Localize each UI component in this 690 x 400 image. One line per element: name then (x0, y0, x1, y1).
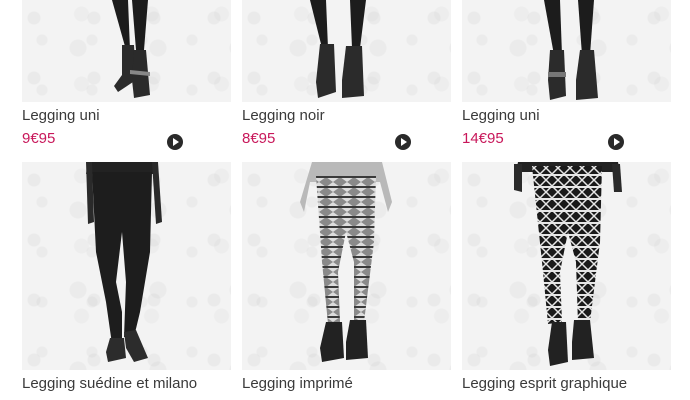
product-image[interactable] (242, 162, 451, 370)
product-price: 8€95 (242, 130, 276, 147)
product-name[interactable]: Legging uni (22, 107, 100, 124)
play-icon[interactable] (395, 134, 411, 150)
product-name[interactable]: Legging suédine et milano (22, 375, 197, 392)
play-icon[interactable] (608, 134, 624, 150)
product-name[interactable]: Legging uni (462, 107, 540, 124)
product-name[interactable]: Legging noir (242, 107, 325, 124)
play-icon[interactable] (167, 134, 183, 150)
product-name[interactable]: Legging imprimé (242, 375, 353, 392)
product-image[interactable] (462, 0, 671, 102)
product-name[interactable]: Legging esprit graphique (462, 375, 627, 392)
product-image[interactable] (22, 0, 231, 102)
product-image[interactable] (462, 162, 671, 370)
product-image[interactable] (22, 162, 231, 370)
product-image[interactable] (242, 0, 451, 102)
product-price: 9€95 (22, 130, 56, 147)
product-price: 14€95 (462, 130, 504, 147)
